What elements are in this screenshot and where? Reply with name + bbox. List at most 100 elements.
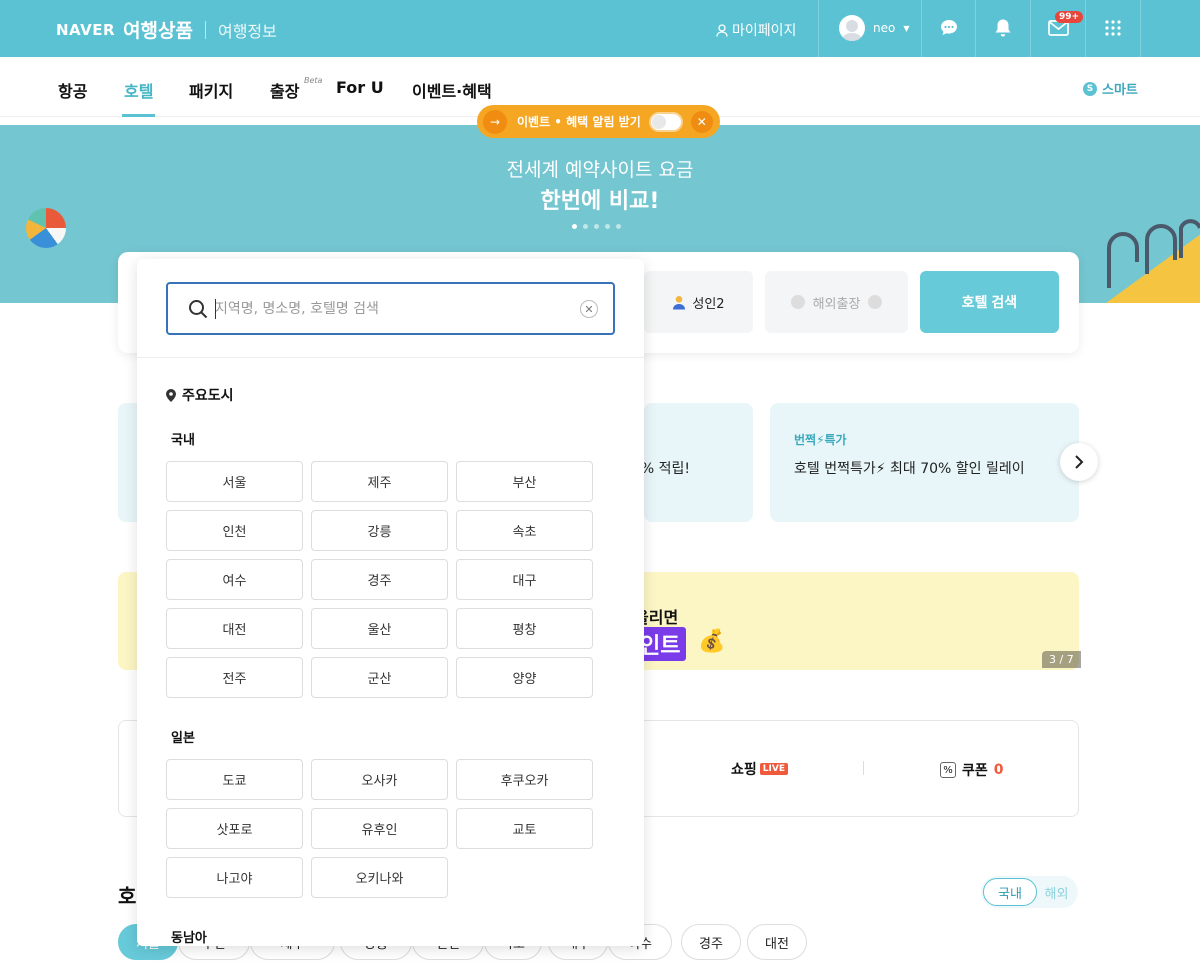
pagination-dot[interactable]	[594, 224, 599, 229]
toggle-overseas[interactable]: 해외	[1037, 883, 1076, 902]
smart-link[interactable]: S 스마트	[1083, 79, 1138, 98]
naver-logo[interactable]: NAVER	[56, 21, 115, 39]
divider	[1140, 0, 1141, 57]
check-circle-icon	[790, 295, 805, 309]
money-bag-icon: 💰	[698, 629, 726, 654]
shopping-live-link[interactable]: 쇼핑 LIVE	[731, 759, 788, 779]
city-button[interactable]: 여수	[166, 559, 303, 600]
promo-next-button[interactable]	[1060, 443, 1098, 481]
divider	[818, 0, 819, 57]
mail-count-badge: 99+	[1055, 11, 1084, 23]
city-button[interactable]: 인천	[166, 510, 303, 551]
smart-label: 스마트	[1102, 83, 1138, 98]
coupon-link[interactable]: % 쿠폰 0	[940, 760, 1004, 780]
city-chip[interactable]: 대전	[747, 924, 807, 960]
brand[interactable]: NAVER 여행상품 여행정보	[56, 16, 277, 43]
guest-selector[interactable]: 성인2	[644, 271, 753, 333]
alarm-toggle[interactable]	[648, 111, 683, 132]
search-icon	[189, 300, 208, 319]
city-button[interactable]: 울산	[311, 608, 448, 649]
destination-dropdown: ✕ 주요도시 국내서울제주부산인천강릉속초여수경주대구대전울산평창전주군산양양일…	[137, 259, 644, 946]
beta-label: Beta	[304, 76, 323, 85]
city-chip[interactable]: 경주	[681, 924, 741, 960]
avatar	[839, 15, 865, 41]
percent-icon: %	[940, 762, 956, 778]
city-button[interactable]: 평창	[456, 608, 593, 649]
city-button[interactable]: 오사카	[311, 759, 448, 800]
tab-hotel[interactable]: 호텔	[124, 78, 153, 102]
hotel-search-button[interactable]: 호텔 검색	[920, 271, 1059, 333]
location-pin-icon	[166, 388, 176, 402]
close-icon[interactable]: ✕	[690, 110, 713, 133]
divider	[1030, 0, 1031, 57]
tab-business[interactable]: 출장	[270, 78, 299, 102]
city-button[interactable]: 삿포로	[166, 808, 303, 849]
city-button[interactable]: 나고야	[166, 857, 303, 898]
divider	[1085, 0, 1086, 57]
city-button[interactable]: 제주	[311, 461, 448, 502]
city-button[interactable]: 도쿄	[166, 759, 303, 800]
pagination-dot[interactable]	[572, 224, 577, 229]
event-alarm-bar: → 이벤트 • 혜택 알림 받기 ✕	[477, 105, 720, 138]
tab-for-u[interactable]: For U	[336, 78, 384, 97]
mypage-link[interactable]: 마이페이지	[716, 20, 796, 40]
app-grid-icon[interactable]	[1102, 17, 1124, 39]
promo-card-flash-deal[interactable]: 번쩍⚡특가 호텔 번쩍특가⚡ 최대 70% 할인 릴레이	[770, 403, 1079, 522]
live-badge: LIVE	[759, 763, 788, 775]
divider	[975, 0, 976, 57]
destination-search-input[interactable]	[215, 296, 555, 322]
chat-icon[interactable]	[938, 17, 960, 39]
city-button[interactable]: 부산	[456, 461, 593, 502]
caret-down-icon: ▼	[903, 23, 910, 33]
bell-icon[interactable]	[992, 17, 1014, 39]
section-title: 호	[118, 884, 137, 908]
arrow-right-icon: →	[483, 109, 507, 134]
brand-divider	[204, 20, 206, 39]
username: neo	[873, 21, 896, 35]
smart-coin-icon: S	[1083, 81, 1097, 96]
city-button[interactable]: 후쿠오카	[456, 759, 593, 800]
tab-events[interactable]: 이벤트·혜택	[412, 78, 492, 102]
city-button[interactable]: 교토	[456, 808, 593, 849]
city-button[interactable]: 속초	[456, 510, 593, 551]
business-trip-toggle[interactable]: 해외출장	[765, 271, 908, 333]
city-button[interactable]: 강릉	[311, 510, 448, 551]
promo-text: 호텔 번쩍특가⚡ 최대 70% 할인 릴레이	[794, 461, 1025, 477]
city-button[interactable]: 오키나와	[311, 857, 448, 898]
destination-search-box[interactable]: ✕	[166, 282, 615, 335]
shopping-label: 쇼핑	[731, 762, 757, 778]
tab-package[interactable]: 패키지	[189, 78, 233, 102]
region-toggle: 국내 해외	[981, 876, 1078, 908]
city-button[interactable]: 군산	[311, 657, 448, 698]
city-button[interactable]: 서울	[166, 461, 303, 502]
city-group-heading: 일본	[171, 731, 195, 746]
city-button[interactable]: 양양	[456, 657, 593, 698]
clear-icon[interactable]: ✕	[580, 300, 598, 318]
tab-flight[interactable]: 항공	[58, 78, 87, 102]
info-icon[interactable]	[868, 295, 883, 309]
text-cursor	[215, 299, 216, 319]
major-cities-label: 주요도시	[182, 388, 234, 404]
city-button[interactable]: 대전	[166, 608, 303, 649]
coupon-count: 0	[993, 762, 1004, 778]
business-trip-label: 해외출장	[812, 296, 861, 312]
city-button[interactable]: 대구	[456, 559, 593, 600]
toggle-domestic[interactable]: 국내	[983, 878, 1037, 906]
divider	[921, 0, 922, 57]
travel-info-link[interactable]: 여행정보	[218, 18, 277, 42]
brand-product[interactable]: 여행상품	[123, 16, 193, 43]
pagination-dot[interactable]	[605, 224, 610, 229]
city-button[interactable]: 전주	[166, 657, 303, 698]
city-button[interactable]: 경주	[311, 559, 448, 600]
active-tab-underline	[122, 114, 155, 117]
mypage-label: 마이페이지	[732, 23, 797, 39]
person-icon	[716, 23, 728, 37]
city-button[interactable]: 유후인	[311, 808, 448, 849]
city-group-heading: 동남아	[171, 931, 207, 946]
top-bar: NAVER 여행상품 여행정보 마이페이지 neo ▼ 99+	[0, 0, 1200, 57]
chevron-right-icon	[1075, 455, 1084, 469]
pagination-dot[interactable]	[616, 224, 621, 229]
divider	[137, 357, 644, 358]
user-menu[interactable]: neo ▼	[839, 15, 910, 41]
pagination-dot[interactable]	[583, 224, 588, 229]
